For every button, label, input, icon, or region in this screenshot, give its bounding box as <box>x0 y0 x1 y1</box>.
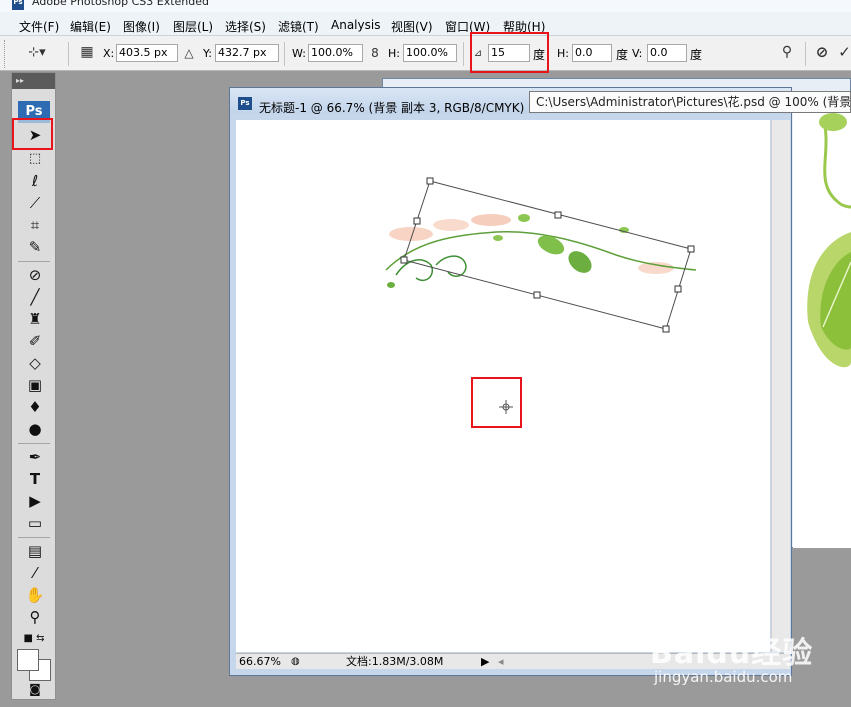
eraser-tool-icon[interactable]: ◇ <box>25 353 45 373</box>
vertical-scrollbar[interactable] <box>771 120 790 652</box>
toolbox: ▸▸ Ps ➤ ⬚ ℓ ⟋ ⌗ ✎ ⊘ ╱ ♜ ✐ ◇ ▣ ♦ ● ✒ T ▶ … <box>11 72 56 700</box>
document-title: 无标题-1 @ 66.7% (背景 副本 3, RGB/8/CMYK) <box>259 101 525 115</box>
toolbox-collapse-icon[interactable]: ▸▸ <box>12 73 55 89</box>
eyedropper-tool-icon[interactable]: ⁄ <box>25 563 45 583</box>
background-document-canvas[interactable] <box>793 112 851 548</box>
vertical-skew-input[interactable]: 0.0 <box>647 44 687 62</box>
menu-edit[interactable]: 编辑(E) <box>70 18 111 35</box>
commit-transform-icon[interactable]: ✓ <box>838 44 851 62</box>
x-label: X: <box>103 47 115 60</box>
document-ps-icon: Ps <box>238 97 252 110</box>
transform-handle <box>533 291 541 299</box>
toolbox-separator <box>18 537 50 538</box>
path-selection-tool-icon[interactable]: ▶ <box>25 491 45 511</box>
menu-bar: 文件(F) 编辑(E) 图像(I) 图层(L) 选择(S) 滤镜(T) Anal… <box>0 12 851 36</box>
blur-tool-icon[interactable]: ♦ <box>25 397 45 417</box>
menu-layer[interactable]: 图层(L) <box>173 18 213 35</box>
crop-tool-icon[interactable]: ⌗ <box>25 215 45 235</box>
move-tool-highlight <box>12 118 53 150</box>
h-label: H: <box>388 47 400 60</box>
foreground-color-swatch[interactable] <box>17 649 39 671</box>
notes-tool-icon[interactable]: ▤ <box>25 541 45 561</box>
y-position-input[interactable]: 432.7 px <box>215 44 279 62</box>
scroll-left-arrow-icon[interactable]: ◂ <box>498 655 504 669</box>
vertical-skew-label: V: <box>632 47 643 60</box>
horizontal-skew-label: H: <box>557 47 569 60</box>
status-info-icon[interactable]: ◍ <box>291 655 300 669</box>
transform-handle <box>687 245 695 253</box>
photoshop-app-icon: Ps <box>12 0 24 10</box>
baidu-watermark: Baidu经验 jingyan.baidu.com <box>646 628 846 698</box>
default-colors-icon[interactable]: ■ ⇆ <box>19 629 49 649</box>
menu-view[interactable]: 视图(V) <box>391 18 433 35</box>
transform-handle <box>400 256 408 264</box>
options-bar: ⊹▾ ▦ X: 403.5 px △ Y: 432.7 px W: 100.0%… <box>0 36 851 71</box>
status-menu-arrow-icon[interactable]: ▶ <box>481 655 489 669</box>
flower-vine-artwork <box>385 214 697 288</box>
cancel-transform-icon[interactable]: ⊘ <box>813 44 831 62</box>
dodge-tool-icon[interactable]: ● <box>25 419 45 439</box>
slice-tool-icon[interactable]: ✎ <box>25 237 45 257</box>
menu-image[interactable]: 图像(I) <box>123 18 160 35</box>
menu-file[interactable]: 文件(F) <box>19 18 59 35</box>
zoom-level[interactable]: 66.67% <box>239 655 281 669</box>
document-size: 文档:1.83M/3.08M <box>346 655 444 668</box>
y-label: Y: <box>203 47 212 60</box>
options-separator <box>68 42 69 66</box>
transform-handle <box>674 285 682 293</box>
options-separator <box>805 42 806 66</box>
app-titlebar: Ps Adobe Photoshop CS3 Extended <box>0 0 851 12</box>
warp-mode-icon[interactable]: ⚲ <box>778 44 796 62</box>
quick-mask-icon[interactable]: ◙ <box>25 679 45 699</box>
height-scale-input[interactable]: 100.0% <box>403 44 457 62</box>
relative-position-icon[interactable]: △ <box>183 45 195 60</box>
width-scale-input[interactable]: 100.0% <box>308 44 363 62</box>
menu-analysis[interactable]: Analysis <box>331 18 380 32</box>
watermark-brand: Baidu经验 <box>650 636 814 671</box>
tool-preset-picker-icon[interactable]: ⊹▾ <box>26 45 48 61</box>
options-separator <box>463 42 464 66</box>
marquee-tool-icon[interactable]: ⬚ <box>25 149 45 169</box>
healing-brush-tool-icon[interactable]: ⊘ <box>25 265 45 285</box>
x-position-input[interactable]: 403.5 px <box>116 44 178 62</box>
horizontal-skew-input[interactable]: 0.0 <box>572 44 612 62</box>
transform-handle <box>662 325 670 333</box>
options-separator <box>284 42 285 66</box>
transform-bounding-box <box>403 180 692 330</box>
menu-filter[interactable]: 滤镜(T) <box>278 18 319 35</box>
gradient-tool-icon[interactable]: ▣ <box>25 375 45 395</box>
document-path-tooltip: C:\Users\Administrator\Pictures\花.psd @ … <box>529 91 851 113</box>
watermark-url: jingyan.baidu.com <box>654 668 793 686</box>
options-bar-grip[interactable] <box>4 40 7 68</box>
pivot-highlight <box>471 377 522 428</box>
transform-handle <box>426 177 434 185</box>
pen-tool-icon[interactable]: ✒ <box>25 447 45 467</box>
vertical-skew-unit: 度 <box>690 48 703 62</box>
toolbox-separator <box>18 443 50 444</box>
lasso-tool-icon[interactable]: ℓ <box>25 171 45 191</box>
clone-stamp-tool-icon[interactable]: ♜ <box>25 309 45 329</box>
transform-handle <box>413 217 421 225</box>
magic-wand-tool-icon[interactable]: ⟋ <box>25 193 45 213</box>
menu-select[interactable]: 选择(S) <box>225 18 266 35</box>
angle-input-highlight <box>470 32 549 73</box>
transform-handle <box>554 211 562 219</box>
horizontal-skew-unit: 度 <box>616 48 629 62</box>
brush-tool-icon[interactable]: ╱ <box>25 287 45 307</box>
w-label: W: <box>292 47 306 60</box>
reference-point-grid-icon[interactable]: ▦ <box>77 44 97 64</box>
app-title: Adobe Photoshop CS3 Extended <box>32 0 209 8</box>
toolbox-separator <box>18 261 50 262</box>
hand-tool-icon[interactable]: ✋ <box>25 585 45 605</box>
link-icon[interactable]: 8 <box>369 45 381 61</box>
leaf-artwork <box>807 113 851 368</box>
history-brush-tool-icon[interactable]: ✐ <box>25 331 45 351</box>
shape-tool-icon[interactable]: ▭ <box>25 513 45 533</box>
zoom-tool-icon[interactable]: ⚲ <box>25 607 45 627</box>
type-tool-icon[interactable]: T <box>25 469 45 489</box>
